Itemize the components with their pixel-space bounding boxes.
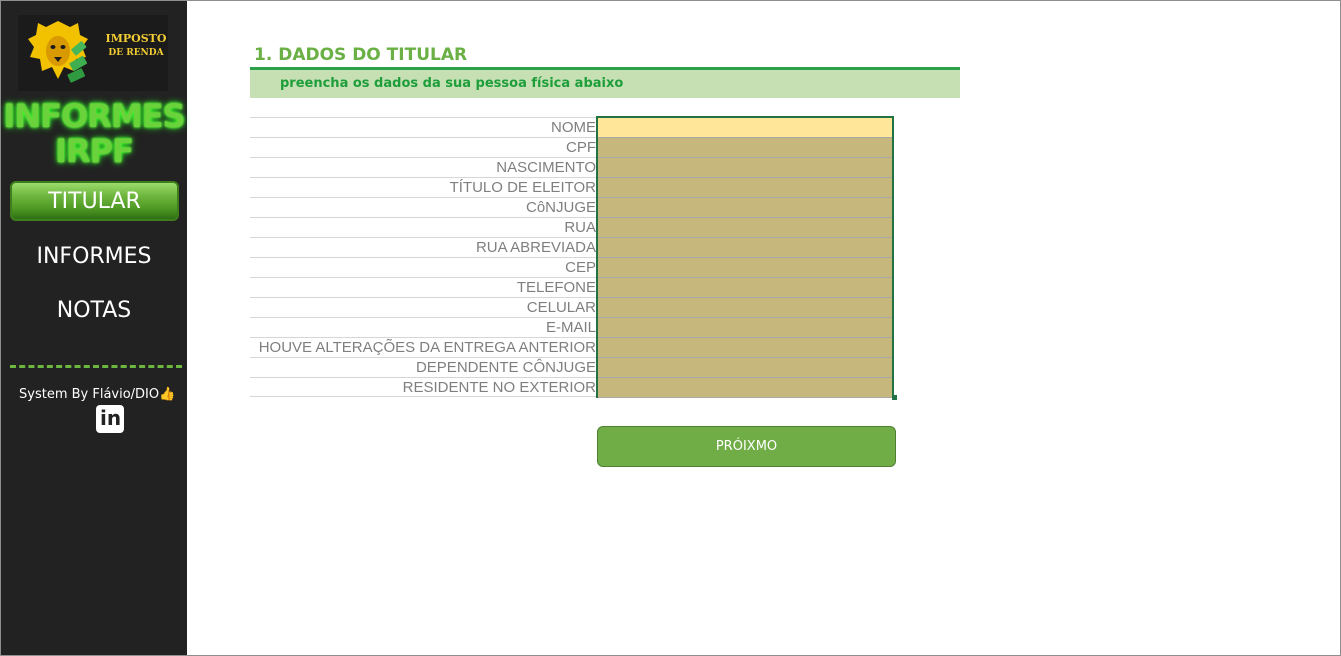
label-titulo-eleitor: TÍTULO DE ELEITOR: [250, 177, 596, 197]
nav-informes-button[interactable]: INFORMES: [1, 244, 187, 269]
label-email: E-MAIL: [250, 317, 596, 337]
field-labels: NOME CPF NASCIMENTO TÍTULO DE ELEITOR Cô…: [250, 117, 596, 397]
input-celular[interactable]: [598, 298, 892, 318]
selection-fill-handle[interactable]: [892, 395, 897, 400]
input-dependente-conjuge[interactable]: [598, 358, 892, 378]
logo-text: IMPOSTO DE RENDA: [101, 32, 171, 60]
input-rua-abreviada[interactable]: [598, 238, 892, 258]
nav-notas-button[interactable]: NOTAS: [1, 298, 187, 323]
section-subtitle: preencha os dados da sua pessoa física a…: [280, 76, 624, 91]
linkedin-glyph: in: [100, 406, 122, 430]
label-nascimento: NASCIMENTO: [250, 157, 596, 177]
input-range: [596, 116, 894, 398]
input-email[interactable]: [598, 318, 892, 338]
label-rua: RUA: [250, 217, 596, 237]
brand-line-1: INFORMES: [3, 97, 185, 135]
linkedin-icon[interactable]: in: [96, 405, 124, 433]
sidebar-divider: [10, 365, 182, 368]
label-nome: NOME: [250, 117, 596, 137]
input-cpf[interactable]: [598, 138, 892, 158]
label-cpf: CPF: [250, 137, 596, 157]
input-alteracoes[interactable]: [598, 338, 892, 358]
label-celular: CELULAR: [250, 297, 596, 317]
sidebar: IMPOSTO DE RENDA INFORMES IRPF TITULAR I…: [1, 1, 187, 655]
section-subtitle-band: preencha os dados da sua pessoa física a…: [250, 70, 960, 98]
nav-titular-button[interactable]: TITULAR: [10, 181, 179, 221]
section-title: 1. DADOS DO TITULAR: [254, 45, 468, 65]
logo-line-1: IMPOSTO: [105, 32, 167, 45]
brand-line-2: IRPF: [55, 132, 134, 170]
label-rua-abreviada: RUA ABREVIADA: [250, 237, 596, 257]
label-alteracoes: HOUVE ALTERAÇÕES DA ENTREGA ANTERIOR: [250, 337, 596, 357]
input-rua[interactable]: [598, 218, 892, 238]
brand-title: INFORMES IRPF: [1, 99, 187, 169]
label-conjuge: CôNJUGE: [250, 197, 596, 217]
input-residente-exterior[interactable]: [598, 378, 892, 398]
input-nascimento[interactable]: [598, 158, 892, 178]
imposto-de-renda-logo: IMPOSTO DE RENDA: [18, 15, 168, 91]
input-titulo-eleitor[interactable]: [598, 178, 892, 198]
label-telefone: TELEFONE: [250, 277, 596, 297]
input-nome[interactable]: [598, 118, 892, 138]
input-cep[interactable]: [598, 258, 892, 278]
input-telefone[interactable]: [598, 278, 892, 298]
logo-line-2: DE RENDA: [108, 48, 164, 58]
label-residente-exterior: RESIDENTE NO EXTERIOR: [250, 377, 596, 397]
credit-text: System By Flávio/DIO👍: [19, 387, 176, 402]
label-cep: CEP: [250, 257, 596, 277]
input-conjuge[interactable]: [598, 198, 892, 218]
lion-icon: [28, 21, 88, 83]
next-button[interactable]: PRÓIXMO: [597, 426, 896, 467]
label-dependente-conjuge: DEPENDENTE CÔNJUGE: [250, 357, 596, 377]
